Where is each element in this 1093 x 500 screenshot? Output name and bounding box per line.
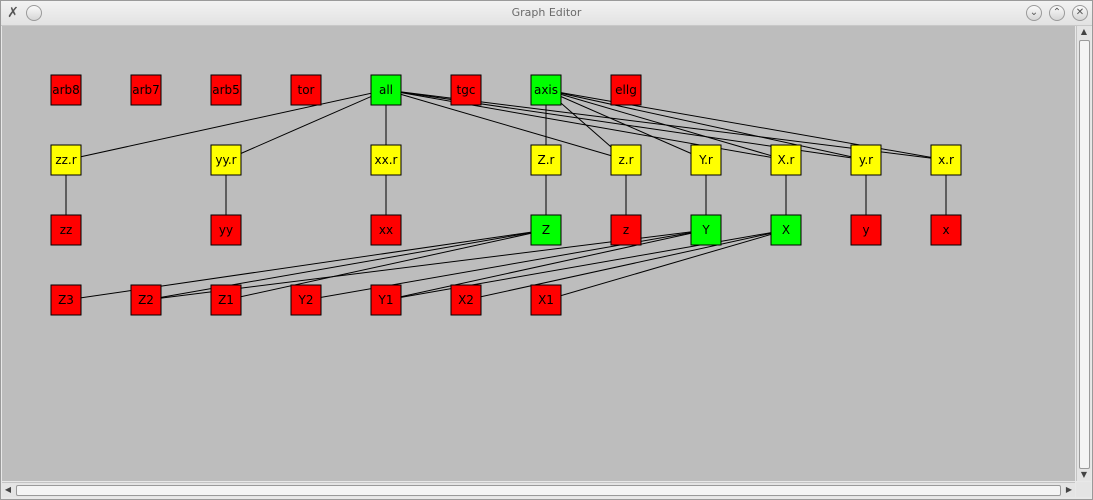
node-label: tor xyxy=(298,83,315,97)
node-label: y xyxy=(862,223,869,237)
node-arb7[interactable]: arb7 xyxy=(130,74,162,106)
node-y.r[interactable]: y.r xyxy=(850,144,882,176)
vertical-scroll-thumb[interactable] xyxy=(1079,40,1090,469)
node-Y1[interactable]: Y1 xyxy=(370,284,402,316)
chevron-down-icon: ⌄ xyxy=(1029,7,1039,18)
node-label: xx.r xyxy=(375,153,398,167)
node-z.r[interactable]: z.r xyxy=(610,144,642,176)
edge-X-Y1 xyxy=(385,229,787,301)
titlebar[interactable]: ✗ Graph Editor ⌄ ⌃ ✕ xyxy=(1,1,1092,26)
node-label: all xyxy=(379,83,393,97)
node-Z1[interactable]: Z1 xyxy=(210,284,242,316)
node-tor[interactable]: tor xyxy=(290,74,322,106)
node-Z3[interactable]: Z3 xyxy=(50,284,82,316)
node-label: arb5 xyxy=(212,83,240,97)
node-Z[interactable]: Z xyxy=(530,214,562,246)
close-button[interactable]: ✕ xyxy=(1072,5,1088,21)
node-label: Z xyxy=(542,223,550,237)
scrollbar-corner xyxy=(1076,482,1091,497)
node-X1[interactable]: X1 xyxy=(530,284,562,316)
scroll-down-icon[interactable]: ▼ xyxy=(1077,469,1091,481)
node-yy.r[interactable]: yy.r xyxy=(210,144,242,176)
node-label: Z.r xyxy=(538,153,555,167)
node-label: Z2 xyxy=(138,293,154,307)
edges-layer xyxy=(65,89,947,301)
scroll-right-icon[interactable]: ▶ xyxy=(1063,483,1075,497)
node-yy[interactable]: yy xyxy=(210,214,242,246)
node-label: Y xyxy=(701,223,710,237)
node-xx.r[interactable]: xx.r xyxy=(370,144,402,176)
node-axis[interactable]: axis xyxy=(530,74,562,106)
node-label: Z3 xyxy=(58,293,74,307)
node-zz.r[interactable]: zz.r xyxy=(50,144,82,176)
node-Z2[interactable]: Z2 xyxy=(130,284,162,316)
node-z[interactable]: z xyxy=(610,214,642,246)
node-all[interactable]: all xyxy=(370,74,402,106)
node-label: X.r xyxy=(778,153,795,167)
maximize-button[interactable]: ⌃ xyxy=(1049,5,1065,21)
node-label: z.r xyxy=(618,153,633,167)
node-tgc[interactable]: tgc xyxy=(450,74,482,106)
node-label: yy xyxy=(219,223,233,237)
scroll-left-icon[interactable]: ◀ xyxy=(2,483,14,497)
node-Y[interactable]: Y xyxy=(690,214,722,246)
node-x.r[interactable]: x.r xyxy=(930,144,962,176)
close-icon: ✕ xyxy=(1075,7,1085,18)
node-arb5[interactable]: arb5 xyxy=(210,74,242,106)
node-zz[interactable]: zz xyxy=(50,214,82,246)
node-label: yy.r xyxy=(215,153,236,167)
vertical-scrollbar[interactable]: ▲ ▼ xyxy=(1076,26,1091,481)
node-label: z xyxy=(623,223,629,237)
node-label: zz xyxy=(60,223,73,237)
edge-Y-Y2 xyxy=(305,229,707,301)
node-label: zz.r xyxy=(55,153,76,167)
node-label: y.r xyxy=(859,153,873,167)
node-ellg[interactable]: ellg xyxy=(610,74,642,106)
horizontal-scroll-thumb[interactable] xyxy=(16,485,1061,496)
node-label: X xyxy=(782,223,790,237)
node-label: Y.r xyxy=(698,153,713,167)
node-X2[interactable]: X2 xyxy=(450,284,482,316)
node-x[interactable]: x xyxy=(930,214,962,246)
node-label: x xyxy=(942,223,949,237)
graph-canvas[interactable]: arb8 arb7 arb5 tor all tgc axis ellg zz.r yy.r xx.… xyxy=(2,26,1075,481)
edge-X-X1 xyxy=(545,229,787,301)
edge-Z-Z2 xyxy=(145,229,547,301)
edge-axis-X.r xyxy=(545,89,787,161)
node-xx[interactable]: xx xyxy=(370,214,402,246)
horizontal-scrollbar[interactable]: ◀ ▶ xyxy=(2,482,1075,497)
node-y[interactable]: y xyxy=(850,214,882,246)
node-Y2[interactable]: Y2 xyxy=(290,284,322,316)
graph-svg: arb8 arb7 arb5 tor all tgc axis ellgzz.r yy.r xx.… xyxy=(50,74,962,316)
graph-editor-window: ✗ Graph Editor ⌄ ⌃ ✕ arb8 arb7 arb5 tor all t… xyxy=(0,0,1093,500)
node-label: x.r xyxy=(938,153,954,167)
node-label: Z1 xyxy=(218,293,234,307)
scroll-up-icon[interactable]: ▲ xyxy=(1077,26,1091,38)
node-label: X2 xyxy=(458,293,474,307)
node-label: tgc xyxy=(457,83,476,97)
node-Z.r[interactable]: Z.r xyxy=(530,144,562,176)
node-label: axis xyxy=(534,83,558,97)
node-label: X1 xyxy=(538,293,554,307)
node-label: arb7 xyxy=(132,83,160,97)
node-label: xx xyxy=(379,223,393,237)
node-Y.r[interactable]: Y.r xyxy=(690,144,722,176)
node-arb8[interactable]: arb8 xyxy=(50,74,82,106)
node-label: arb8 xyxy=(52,83,80,97)
node-label: ellg xyxy=(615,83,637,97)
node-X[interactable]: X xyxy=(770,214,802,246)
edge-all-z.r xyxy=(385,89,627,161)
node-label: Y1 xyxy=(378,293,394,307)
window-title: Graph Editor xyxy=(511,6,582,19)
edge-axis-x.r xyxy=(545,89,947,161)
chevron-up-icon: ⌃ xyxy=(1052,7,1062,18)
node-label: Y2 xyxy=(298,293,314,307)
node-X.r[interactable]: X.r xyxy=(770,144,802,176)
minimize-button[interactable]: ⌄ xyxy=(1026,5,1042,21)
